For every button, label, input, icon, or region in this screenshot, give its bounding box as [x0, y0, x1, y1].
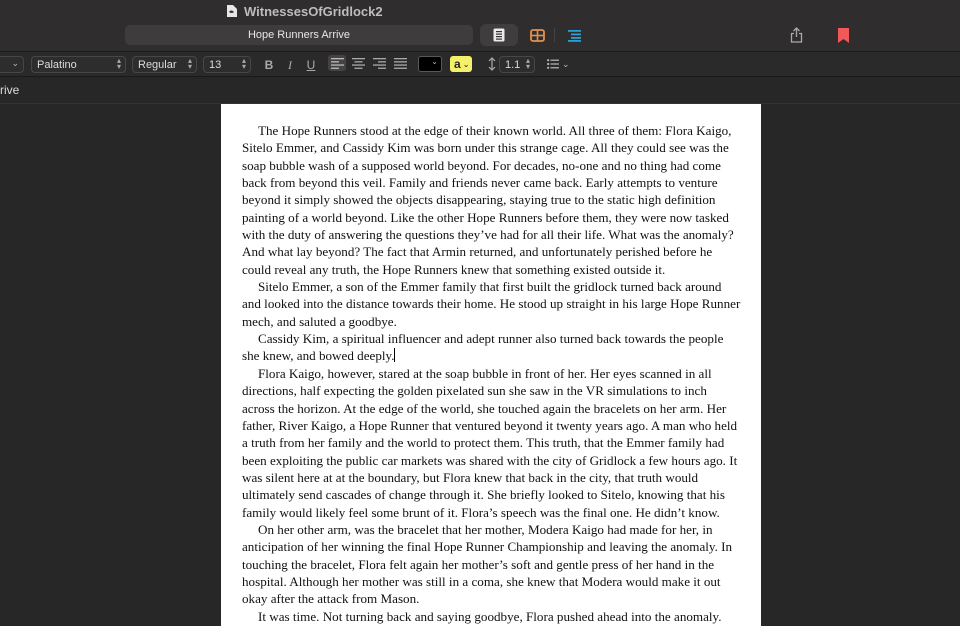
align-right-icon: [372, 57, 386, 69]
font-size-field[interactable]: 13 ▴ ▾: [203, 56, 251, 73]
bookmark-button[interactable]: [834, 24, 852, 46]
text-cursor: [394, 348, 396, 363]
paragraph-style-select[interactable]: ⌄: [0, 56, 24, 73]
title-bar: WitnessesOfGridlock2 Hope Runners Arrive: [0, 0, 960, 52]
bold-button[interactable]: B: [262, 57, 276, 73]
section-header-bar: rrive: [0, 78, 960, 104]
page-view-button[interactable]: [480, 24, 518, 46]
document-canvas: The Hope Runners stood at the edge of th…: [0, 104, 960, 626]
align-justify-icon: [393, 57, 407, 69]
grid-view-button[interactable]: [526, 24, 548, 46]
align-justify-button[interactable]: [391, 55, 409, 71]
format-bar: ⌄ Palatino ▴ ▾ Regular ▴ ▾ 13 ▴ ▾ B I U: [0, 52, 960, 77]
line-spacing-icon: [487, 56, 497, 72]
document-title: Hope Runners Arrive: [247, 29, 351, 41]
paragraph: Sitelo Emmer, a son of the Emmer family …: [242, 279, 741, 329]
chevron-down-icon: ⌄: [11, 58, 19, 68]
paragraph: The Hope Runners stood at the edge of th…: [242, 123, 734, 277]
underline-button[interactable]: U: [304, 57, 318, 73]
toolbar-divider: [554, 28, 555, 42]
paragraph-with-caret: Cassidy Kim, a spiritual influencer and …: [242, 330, 742, 365]
align-center-icon: [351, 57, 365, 69]
app-title: WitnessesOfGridlock2: [226, 2, 383, 20]
outline-list-icon: [568, 29, 581, 42]
paragraph-text: Cassidy Kim, a spiritual influencer and …: [242, 331, 724, 364]
align-left-icon: [330, 57, 344, 69]
bookmark-icon: [837, 27, 849, 43]
font-size-value: 13: [209, 58, 222, 71]
paragraph: It was time. Not turning back and saying…: [258, 608, 722, 624]
line-spacing-value: 1.1: [505, 58, 521, 71]
paragraph: Flora Kaigo, however, stared at the soap…: [242, 365, 738, 520]
document-body[interactable]: The Hope Runners stood at the edge of th…: [242, 122, 742, 625]
highlight-color-button[interactable]: a ⌄: [450, 56, 472, 72]
list-style-button[interactable]: ⌄: [547, 57, 573, 71]
section-title: rrive: [0, 83, 20, 97]
align-left-button[interactable]: [328, 55, 346, 71]
chevron-down-icon: ⌄: [462, 59, 470, 69]
share-icon: [790, 27, 802, 43]
app-title-text: WitnessesOfGridlock2: [244, 3, 383, 19]
document-title-field[interactable]: Hope Runners Arrive: [125, 25, 473, 45]
up-down-chevron-icon: ▴ ▾: [187, 56, 192, 71]
paragraph: On her other arm, was the bracelet that …: [242, 521, 733, 607]
font-style-value: Regular: [138, 58, 177, 71]
document-icon: [493, 28, 505, 42]
document-page[interactable]: The Hope Runners stood at the edge of th…: [221, 104, 761, 626]
font-family-value: Palatino: [37, 58, 77, 71]
text-color-well[interactable]: ⌄: [418, 56, 442, 72]
line-spacing-field[interactable]: 1.1 ▴ ▾: [499, 56, 535, 73]
font-family-select[interactable]: Palatino ▴ ▾: [31, 56, 126, 73]
app-logo-icon: [227, 5, 237, 17]
outline-view-button[interactable]: [564, 24, 586, 46]
up-down-chevron-icon: ▴ ▾: [525, 56, 530, 71]
share-button[interactable]: [786, 24, 806, 46]
highlight-label: a: [454, 57, 461, 71]
chevron-down-icon: ⌄: [562, 58, 570, 69]
chevron-down-icon: ⌄: [431, 57, 438, 66]
up-down-chevron-icon: ▴ ▾: [116, 56, 121, 71]
up-down-chevron-icon: ▴ ▾: [241, 56, 246, 71]
align-right-button[interactable]: [370, 55, 388, 71]
font-style-select[interactable]: Regular ▴ ▾: [132, 56, 197, 73]
bulleted-list-icon: [547, 59, 559, 69]
grid-icon: [529, 28, 545, 42]
italic-button[interactable]: I: [283, 57, 297, 73]
align-center-button[interactable]: [349, 55, 367, 71]
